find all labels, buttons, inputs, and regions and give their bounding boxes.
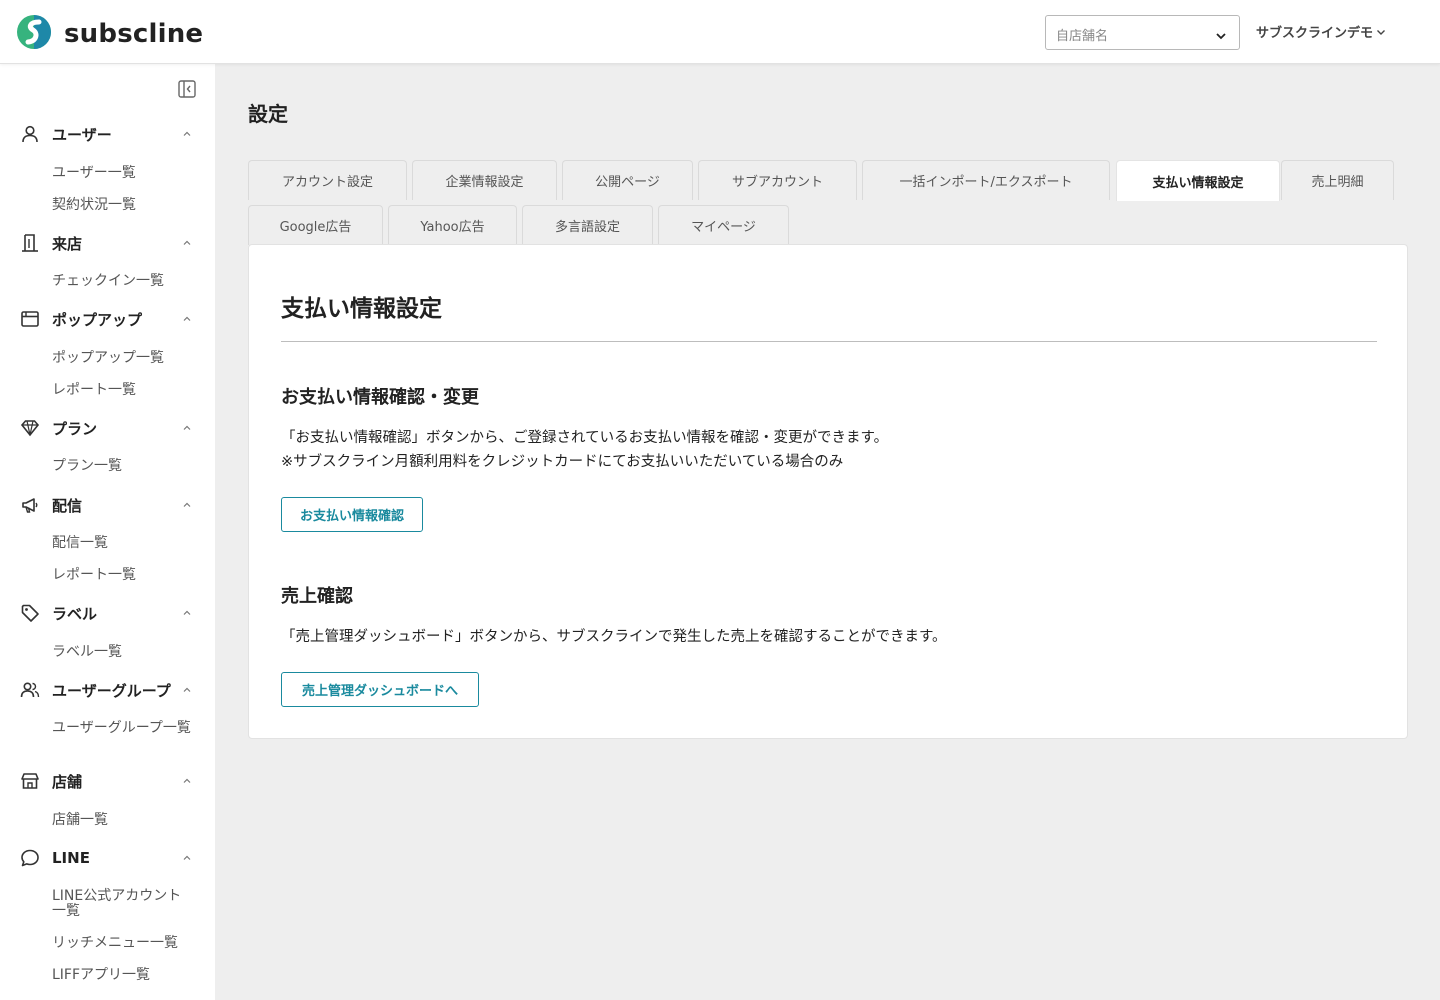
sidebar-item-rich-menu-list[interactable]: リッチメニュー一覧: [52, 936, 197, 951]
tab-bulk-import-export[interactable]: 一括インポート/エクスポート: [862, 160, 1110, 200]
sidebar-item-popup-list[interactable]: ポップアップ一覧: [52, 351, 197, 366]
browser-window-icon: [20, 309, 40, 329]
user-icon: [20, 124, 40, 144]
chevron-down-icon: [1215, 27, 1227, 40]
sidebar-section-label: ポップアップ: [52, 310, 143, 329]
sidebar-section-label: ユーザーグループ: [52, 681, 171, 700]
tab-my-page[interactable]: マイページ: [658, 205, 789, 245]
sidebar-section-label-mgmt[interactable]: ラベル: [20, 602, 200, 624]
top-header: subscline 自店舗名 サブスクラインデモ: [0, 0, 1440, 64]
store-select[interactable]: 自店舗名: [1045, 15, 1240, 50]
sidebar-item-store-list[interactable]: 店舗一覧: [52, 813, 197, 828]
chevron-down-icon: [1377, 29, 1386, 35]
tab-public-page[interactable]: 公開ページ: [562, 160, 693, 200]
building-icon: [20, 233, 40, 253]
app-logo[interactable]: subscline: [16, 14, 203, 54]
sidebar-section-label: 店舗: [52, 772, 83, 791]
chevron-up-icon: [183, 131, 191, 136]
sidebar-section-label: LINE: [52, 849, 90, 867]
sidebar-section-label: ラベル: [52, 604, 98, 623]
tab-yahoo-ads[interactable]: Yahoo広告: [388, 205, 517, 245]
sidebar-section-visit[interactable]: 来店: [20, 232, 200, 254]
diamond-icon: [20, 418, 40, 438]
sidebar-section-user-group[interactable]: ユーザーグループ: [20, 679, 200, 701]
users-icon: [20, 680, 40, 700]
sidebar-item-user-group-list[interactable]: ユーザーグループ一覧: [52, 721, 192, 736]
payment-description: 「お支払い情報確認」ボタンから、ご登録されているお支払い情報を確認・変更ができま…: [281, 430, 889, 446]
panel-title: 支払い情報設定: [281, 296, 442, 322]
sales-section-heading: 売上確認: [281, 586, 353, 607]
tab-account-settings[interactable]: アカウント設定: [248, 160, 407, 200]
sidebar-item-delivery-list[interactable]: 配信一覧: [52, 536, 197, 551]
store-select-placeholder: 自店舗名: [1056, 29, 1109, 44]
tab-google-ads[interactable]: Google広告: [248, 205, 383, 245]
sidebar-section-plan[interactable]: プラン: [20, 417, 200, 439]
logo-mark-icon: [16, 14, 54, 54]
chevron-up-icon: [183, 502, 191, 507]
tab-sub-account[interactable]: サブアカウント: [698, 160, 857, 200]
chevron-up-icon: [183, 778, 191, 783]
app-name: subscline: [64, 19, 204, 49]
account-menu[interactable]: サブスクラインデモ: [1256, 22, 1386, 41]
tab-payment-settings[interactable]: 支払い情報設定: [1116, 160, 1280, 201]
sidebar-item-delivery-report-list[interactable]: レポート一覧: [52, 568, 197, 583]
tab-sales-details[interactable]: 売上明細: [1281, 160, 1394, 200]
sales-description: 「売上管理ダッシュボード」ボタンから、サブスクラインで発生した売上を確認すること…: [281, 629, 947, 645]
sidebar-item-checkin-list[interactable]: チェックイン一覧: [52, 274, 197, 289]
sidebar-item-popup-report-list[interactable]: レポート一覧: [52, 383, 197, 398]
chevron-up-icon: [183, 855, 191, 860]
sidebar-section-label: ユーザー: [52, 125, 112, 144]
sidebar: ユーザー ユーザー一覧 契約状況一覧 来店 チェックイン一覧 ポップアップ ポッ…: [0, 64, 215, 1000]
tab-multilingual[interactable]: 多言語設定: [522, 205, 653, 245]
sidebar-item-line-account-list[interactable]: LINE公式アカウント一覧: [52, 889, 194, 919]
chevron-up-icon: [183, 687, 191, 692]
sidebar-section-label: 来店: [52, 234, 83, 253]
chevron-up-icon: [183, 316, 191, 321]
payment-settings-panel: 支払い情報設定 お支払い情報確認・変更 「お支払い情報確認」ボタンから、ご登録さ…: [248, 244, 1408, 739]
chevron-up-icon: [183, 425, 191, 430]
sidebar-section-store[interactable]: 店舗: [20, 770, 200, 792]
sidebar-item-contract-status[interactable]: 契約状況一覧: [52, 198, 197, 213]
page-title: 設定: [248, 102, 288, 126]
account-name: サブスクラインデモ: [1256, 26, 1374, 41]
payment-info-button[interactable]: お支払い情報確認: [281, 497, 423, 532]
tag-icon: [20, 603, 40, 623]
sidebar-item-user-list[interactable]: ユーザー一覧: [52, 166, 197, 181]
sidebar-item-plan-list[interactable]: プラン一覧: [52, 459, 197, 474]
sales-dashboard-button[interactable]: 売上管理ダッシュボードへ: [281, 672, 479, 707]
payment-note: ※サブスクライン月額利用料をクレジットカードにてお支払いいただいている場合のみ: [281, 454, 844, 470]
chevron-up-icon: [183, 240, 191, 245]
sidebar-section-popup[interactable]: ポップアップ: [20, 308, 200, 330]
store-icon: [20, 771, 40, 791]
sidebar-section-label: 配信: [52, 496, 83, 515]
chat-bubble-icon: [20, 848, 40, 868]
sidebar-item-label-list[interactable]: ラベル一覧: [52, 645, 197, 660]
sidebar-section-delivery[interactable]: 配信: [20, 494, 200, 516]
tab-company-info[interactable]: 企業情報設定: [412, 160, 557, 200]
payment-section-heading: お支払い情報確認・変更: [281, 387, 479, 408]
sidebar-section-label: プラン: [52, 419, 98, 438]
sidebar-section-user[interactable]: ユーザー: [20, 123, 200, 145]
megaphone-icon: [20, 495, 40, 515]
divider: [281, 341, 1377, 342]
sidebar-section-line[interactable]: LINE: [20, 847, 200, 869]
sidebar-item-liff-app-list[interactable]: LIFFアプリ一覧: [52, 968, 197, 983]
chevron-up-icon: [183, 610, 191, 615]
sidebar-collapse-icon[interactable]: [177, 79, 197, 99]
